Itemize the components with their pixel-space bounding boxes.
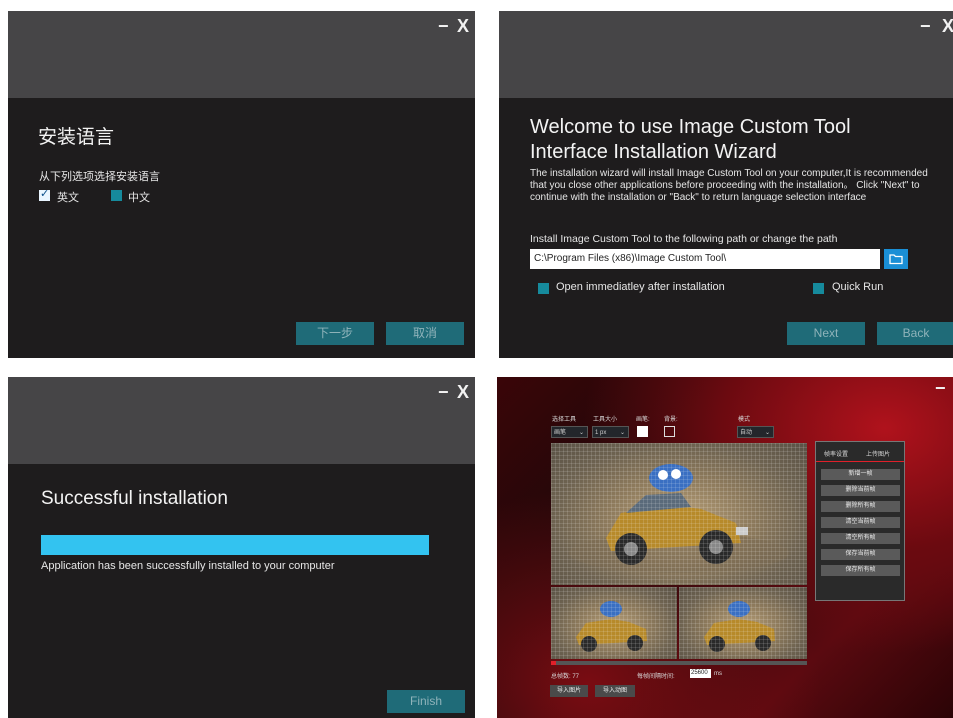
- welcome-dialog: − X Welcome to use Image Custom Tool Int…: [499, 11, 953, 358]
- tool-value: 画笔: [554, 430, 567, 436]
- tab-frame-rate[interactable]: 帧率设置: [824, 449, 848, 458]
- close-button[interactable]: X: [457, 17, 469, 35]
- chevron-down-icon: ⌄: [764, 430, 770, 436]
- back-button[interactable]: Back: [877, 322, 953, 345]
- success-title: Successful installation: [41, 488, 228, 509]
- frame-thumbnail[interactable]: [551, 587, 677, 659]
- open-after-install-label: Open immediatley after installation: [556, 281, 725, 293]
- mode-value: 自动: [740, 430, 753, 436]
- interval-unit: ms: [714, 671, 722, 677]
- english-checkbox[interactable]: [39, 187, 50, 201]
- welcome-title-line1: Welcome to use Image Custom Tool: [530, 116, 851, 138]
- main-canvas[interactable]: [551, 443, 807, 585]
- cancel-button[interactable]: 取消: [386, 322, 464, 345]
- minimize-button[interactable]: −: [438, 17, 449, 35]
- size-select[interactable]: 1 px ⌄: [592, 426, 629, 438]
- install-progress-fill: [41, 535, 429, 555]
- option-english[interactable]: 英文: [39, 187, 99, 204]
- folder-icon: [889, 254, 903, 265]
- path-label: Install Image Custom Tool to the followi…: [530, 233, 838, 245]
- success-dialog: − X Successful installation Application …: [8, 377, 475, 718]
- page-title: 安装语言: [38, 127, 115, 148]
- background-label: 背景:: [664, 417, 678, 423]
- welcome-title-line2: Interface Installation Wizard: [530, 141, 777, 163]
- menu-save-current-frame[interactable]: 保存当前帧: [821, 549, 900, 560]
- minimize-button[interactable]: −: [935, 379, 946, 397]
- tool-select[interactable]: 画笔 ⌄: [551, 426, 588, 438]
- tool-label: 选择工具: [552, 417, 577, 423]
- title-bar: − X: [8, 11, 475, 98]
- finish-button[interactable]: Finish: [387, 690, 465, 713]
- open-after-install-checkbox[interactable]: [538, 283, 549, 294]
- menu-clear-all-frames[interactable]: 清空所有帧: [821, 533, 900, 544]
- browse-folder-button[interactable]: [884, 249, 908, 269]
- next-button[interactable]: 下一步: [296, 322, 374, 345]
- frame-menu: 帧率设置 上传图片 新增一帧 删除当前帧 删除所有帧 清空当前帧 清空所有帧 保…: [815, 441, 905, 601]
- title-bar: − X: [8, 377, 475, 464]
- language-dialog: − X 安装语言 从下列选项选择安装语言 英文 中文 下一步 取消: [8, 11, 475, 358]
- chinese-label: 中文: [128, 192, 150, 204]
- frame-count: 总帧数: 77: [551, 674, 580, 680]
- chevron-down-icon: ⌄: [619, 430, 625, 436]
- pixel-grid: [679, 587, 807, 659]
- timeline-fill: [551, 661, 557, 665]
- mode-label: 模式: [738, 417, 751, 423]
- menu-clear-current-frame[interactable]: 清空当前帧: [821, 517, 900, 528]
- frame-thumbnail[interactable]: [679, 587, 807, 659]
- language-prompt: 从下列选项选择安装语言: [39, 171, 160, 183]
- size-label: 工具大小: [593, 417, 618, 423]
- mode-select[interactable]: 自动 ⌄: [737, 426, 774, 438]
- english-label: 英文: [57, 192, 79, 204]
- brush-color-swatch[interactable]: [637, 426, 648, 437]
- menu-delete-all-frames[interactable]: 删除所有帧: [821, 501, 900, 512]
- pixel-grid: [551, 587, 677, 659]
- option-chinese[interactable]: 中文: [111, 189, 171, 204]
- import-gif-button[interactable]: 导入动图: [595, 685, 635, 697]
- quick-run-label: Quick Run: [832, 281, 884, 293]
- menu-add-frame[interactable]: 新增一帧: [821, 469, 900, 480]
- brush-label: 画笔:: [636, 417, 650, 423]
- path-input[interactable]: C:\Program Files (x86)\Image Custom Tool…: [530, 249, 880, 269]
- app-window: − 选择工具 画笔 ⌄ 工具大小 1 px ⌄ 画笔: 背景: 模式 自动 ⌄: [497, 377, 953, 718]
- tab-underline: [816, 461, 904, 462]
- close-button[interactable]: X: [942, 17, 953, 35]
- background-color-swatch[interactable]: [664, 426, 675, 437]
- title-bar: − X: [499, 11, 953, 98]
- welcome-description: The installation wizard will install Ima…: [530, 168, 928, 203]
- next-button[interactable]: Next: [787, 322, 865, 345]
- import-image-button[interactable]: 导入图片: [550, 685, 588, 697]
- quick-run-checkbox[interactable]: [813, 283, 824, 294]
- interval-input[interactable]: 25600: [690, 669, 711, 678]
- pixel-grid: [551, 443, 807, 585]
- size-value: 1 px: [595, 430, 607, 436]
- close-button[interactable]: X: [457, 383, 469, 401]
- success-message: Application has been successfully instal…: [41, 560, 335, 572]
- menu-save-all-frames[interactable]: 保存所有帧: [821, 565, 900, 576]
- interval-label: 每帧间隔时间:: [637, 674, 675, 680]
- chinese-checkbox[interactable]: [111, 190, 122, 201]
- timeline-bar[interactable]: [551, 661, 807, 665]
- minimize-button[interactable]: −: [438, 383, 449, 401]
- menu-delete-current-frame[interactable]: 删除当前帧: [821, 485, 900, 496]
- tab-upload-image[interactable]: 上传图片: [866, 449, 890, 458]
- chevron-down-icon: ⌄: [578, 430, 584, 436]
- minimize-button[interactable]: −: [920, 17, 931, 35]
- install-progress-bar: [41, 535, 429, 555]
